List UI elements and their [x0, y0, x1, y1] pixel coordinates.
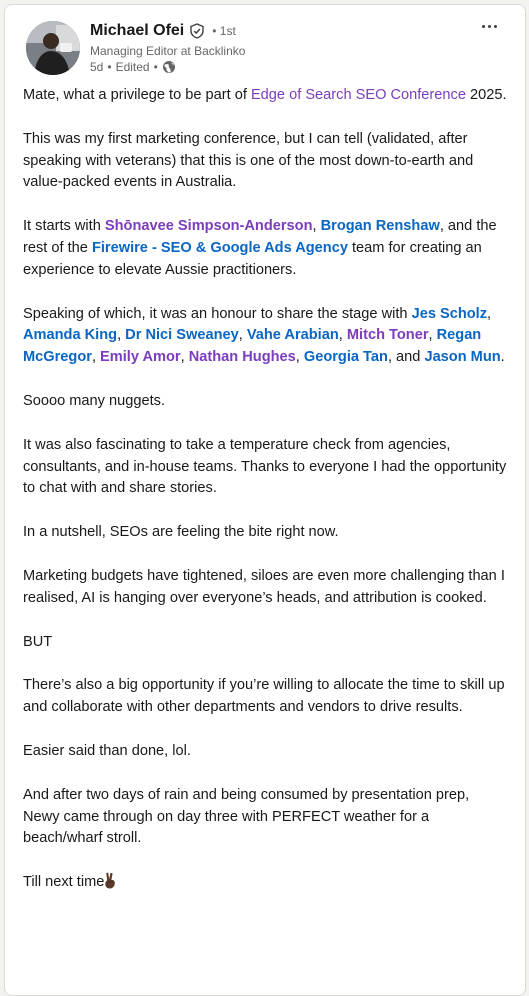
text-segment: , [338, 327, 347, 344]
text-segment: , [487, 305, 492, 322]
mention-link[interactable]: Brogan Renshaw [321, 218, 440, 234]
paragraph: There’s also a big opportunity if you’re… [23, 677, 505, 716]
post-meta: 5d • Edited • [90, 60, 176, 74]
paragraph: Speaking of which, it was an honour to s… [23, 304, 509, 369]
meta-separator: • [153, 60, 158, 74]
post-header: Michael Ofei • 1st Managing Editor at Ba… [5, 5, 525, 85]
text-segment: Speaking of which, it was an honour to s… [23, 305, 412, 322]
text-segment: It starts with [23, 218, 105, 235]
mention-link[interactable]: Mitch Toner [347, 327, 429, 343]
paragraph: Marketing budgets have tightened, siloes… [23, 567, 505, 606]
text-segment: Mate, what a privilege to be part of [23, 87, 251, 103]
paragraph: Easier said than done, lol. [23, 742, 191, 759]
post-time: 5d [90, 60, 104, 74]
avatar[interactable] [26, 21, 80, 75]
text-segment: , [295, 349, 304, 366]
text-segment: Till next time [23, 874, 105, 891]
paragraph: This was my first marketing conference, … [23, 130, 474, 191]
paragraph: It was also fascinating to take a temper… [23, 436, 507, 497]
event-link[interactable]: Edge of Search SEO Conference [251, 87, 466, 103]
connection-degree: • 1st [212, 24, 236, 38]
edited-label: Edited [115, 60, 150, 74]
text-segment: , [238, 327, 247, 344]
author-name[interactable]: Michael Ofei [90, 22, 184, 40]
avatar-photo [26, 21, 80, 75]
author-headline: Managing Editor at Backlinko [90, 44, 246, 58]
text-segment: . [500, 349, 505, 366]
meta-separator: • [107, 60, 112, 74]
post-card: Michael Ofei • 1st Managing Editor at Ba… [4, 4, 526, 996]
text-segment: , and [387, 349, 425, 366]
paragraph: It starts with Shōnavee Simpson-Anderson… [23, 216, 509, 281]
paragraph: BUT [23, 633, 53, 650]
mention-link[interactable]: Georgia Tan [304, 349, 388, 365]
author-name-row: Michael Ofei • 1st [90, 22, 236, 40]
mention-link[interactable]: Vahe Arabian [247, 327, 339, 343]
company-mention-link[interactable]: Firewire - SEO & Google Ads Agency [92, 240, 348, 256]
more-horizontal-icon[interactable] [477, 19, 501, 33]
text-segment: 2025. [465, 87, 507, 103]
text-segment: , [91, 349, 101, 366]
text-segment: , [180, 349, 189, 366]
text-segment: , [312, 218, 321, 235]
text-segment: , [117, 327, 126, 344]
mention-link[interactable]: Shōnavee Simpson-Anderson [105, 218, 313, 234]
mention-link[interactable]: Amanda King [23, 327, 117, 343]
paragraph: Mate, what a privilege to be part of Edg… [23, 85, 509, 107]
post-body: Mate, what a privilege to be part of Edg… [23, 85, 509, 916]
text-segment: , [428, 327, 437, 344]
verified-shield-icon [190, 23, 204, 39]
paragraph: In a nutshell, SEOs are feeling the bite… [23, 524, 339, 541]
paragraph: Till next time [23, 872, 509, 894]
mention-link[interactable]: Emily Amor [100, 349, 181, 365]
mention-link[interactable]: Jason Mun [424, 349, 500, 365]
paragraph: Soooo many nuggets. [23, 392, 165, 409]
mention-link[interactable]: Jes Scholz [412, 306, 487, 322]
mention-link[interactable]: Nathan Hughes [189, 349, 296, 365]
globe-icon [162, 61, 175, 73]
victory-hand-emoji [105, 872, 116, 889]
paragraph: And after two days of rain and being con… [23, 786, 470, 847]
mention-link[interactable]: Dr Nici Sweaney [125, 327, 239, 343]
